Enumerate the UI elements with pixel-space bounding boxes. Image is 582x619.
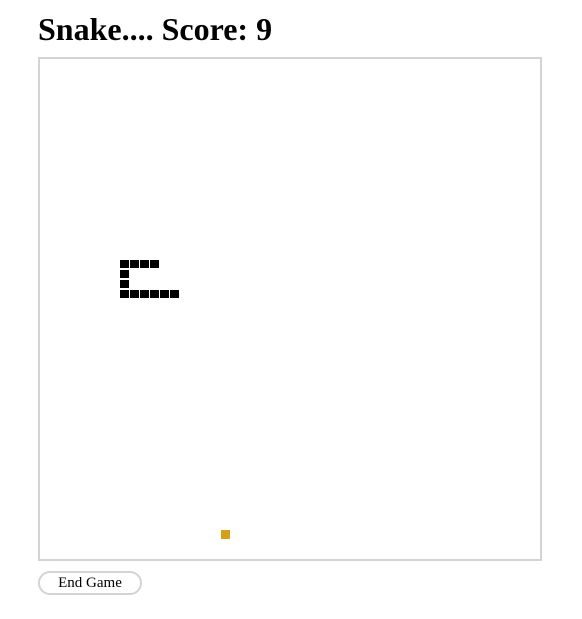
snake-segment [120,290,129,298]
snake-segment [120,270,129,278]
end-game-button[interactable]: End Game [38,571,142,595]
snake-segment [120,260,129,268]
snake-segment [120,280,129,288]
page-title: Snake.... Score: 9 [38,11,273,47]
game-board[interactable] [38,57,542,561]
snake-segment [160,290,169,298]
snake-segment [150,260,159,268]
snake-game-page: Snake.... Score: 9 End Game [0,0,582,619]
snake-head [170,290,179,298]
food-pellet [221,530,230,539]
snake-segment [140,290,149,298]
snake-segment [140,260,149,268]
snake-segment [150,290,159,298]
snake-segment [130,290,139,298]
snake-segment [130,260,139,268]
